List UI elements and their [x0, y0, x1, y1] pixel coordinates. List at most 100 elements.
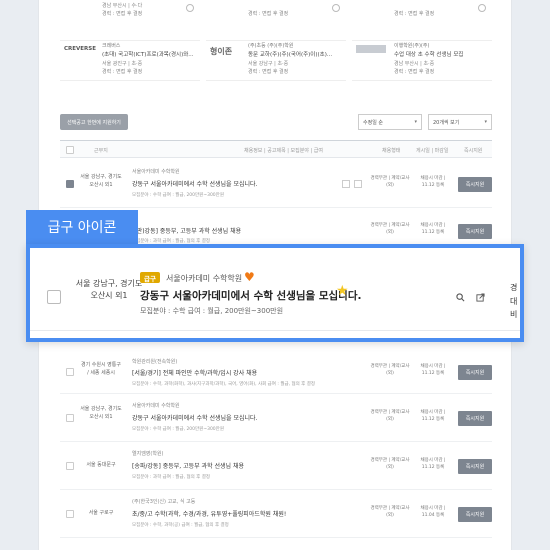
row-company: 엘지엠영(학원)	[132, 451, 164, 457]
row-checkbox[interactable]	[66, 462, 74, 470]
apply-button[interactable]: 즉시지원	[458, 365, 492, 380]
row-subtitle: 모집분야 : 과학 급여 : 월급, 협의 후 결정	[132, 475, 211, 480]
apply-button[interactable]: 즉시지원	[458, 507, 492, 522]
company-logo: 형이존	[210, 47, 233, 56]
featured-job-card[interactable]: 경력 : 면접 후 결정	[206, 0, 346, 41]
featured-job-card[interactable]: CREVERSE 크레버스 (초대) 국고학(ICT)프로(과목(경시)와...…	[60, 36, 200, 81]
row-title[interactable]: 초/중/고 수학(과학, 수경/과경, 유투영+풀링피아드학원 채원!	[132, 509, 286, 518]
row-title[interactable]: [서울/경기] 전체 파인만 수학/과학/입시 강사 채용	[132, 368, 257, 377]
table-row[interactable]: 서울 구로구 (주)한국3인(신) 고교, 식 고등 초/중/고 수학(과학, …	[60, 490, 492, 538]
row-company: (주)한국3인(신) 고교, 식 고등	[132, 499, 196, 505]
card-region: 서울 강남구 | 초·중	[248, 61, 289, 67]
card-company: 이행학원(주)(주)	[394, 43, 430, 49]
featured-job-card[interactable]: 이행학원(주)(주) 수업 대상 초 수학 선생님 모집 경남 부산시 | 초·…	[352, 36, 492, 81]
card-company: (주)초등 (주)(주)학원	[248, 43, 294, 49]
heart-icon[interactable]: ♥	[244, 271, 255, 283]
row-date: 채용시 마감 | 11.12 등록	[420, 458, 446, 471]
row-subtitle: 모집분야 : 수학 급여 : 월급, 200만원~300만원	[132, 193, 224, 198]
urgent-badge: 급구	[140, 272, 160, 283]
header-region: 근무지	[94, 148, 108, 154]
row-location: 경기 수원시 영통구 / 세종 세종시	[81, 362, 121, 376]
card-title: 동문 교하(주)(주)(국어(주)이)(초)...	[248, 52, 333, 58]
row-type-text: 경	[510, 283, 518, 292]
table-row[interactable]: 서울 강남구, 경기도 오산시 외1 서울아카데미 수학학원 강동구 서울아카데…	[60, 394, 492, 442]
row-date: 채용시 마감 | 11.04 등록	[420, 506, 446, 519]
featured-job-card[interactable]: 형이존 (주)초등 (주)(주)학원 동문 교하(주)(주)(국어(주)이)(초…	[206, 36, 346, 81]
highlighted-job-row[interactable]: 서울 강남구, 경기도 오산시 외1 급구 서울아카데미 수학학원 ♥ 강동구 …	[26, 244, 524, 342]
table-header: 근무지 채용정보 | 공고제목 | 모집분야 | 급여 채용형태 게시일 | 마…	[60, 140, 492, 158]
card-experience: 경력 : 면접 후 결정	[248, 11, 289, 17]
search-icon[interactable]	[453, 290, 467, 304]
row-location: 서울 구로구	[88, 510, 114, 516]
chevron-down-icon: ▾	[414, 119, 417, 125]
external-link-icon[interactable]	[473, 290, 487, 304]
row-actions	[342, 180, 362, 188]
divider	[30, 330, 520, 331]
row-subtitle: 모집분야 : 수학 급여 : 월급, 200만원~300만원	[132, 427, 224, 432]
row-type-partial: 경 대비	[510, 281, 520, 322]
row-company: 학원관리원(전속학원)	[132, 359, 178, 365]
row-checkbox[interactable]	[66, 368, 74, 376]
row-type: 경력무관 | 계약/교사(외)	[370, 458, 410, 471]
row-title[interactable]: [(판)강동] 중등부, 고등부 과학 선생님 채용	[132, 226, 241, 235]
row-location: 서울 강남구, 경기도 오산시 외1	[80, 174, 122, 188]
card-experience: 경력 : 면접 후 결정	[394, 11, 435, 17]
row-checkbox[interactable]	[66, 180, 74, 188]
sort-select[interactable]: 수정일 순 ▾	[358, 114, 422, 130]
row-subtitle: 모집분야 : 수학, 과학(공) 급여 : 월급, 협의 후 결정	[132, 523, 229, 528]
apply-button[interactable]: 즉시지원	[458, 459, 492, 474]
heart-icon[interactable]	[186, 4, 194, 12]
callout-label: 급구 아이콘	[26, 210, 138, 244]
row-title[interactable]: [송파/강동] 중등부, 고등부 과학 선생님 채용	[132, 461, 244, 470]
row-title[interactable]: 강동구 서울아카데미에서 수학 선생님을 모십니다.	[132, 179, 257, 188]
apply-button[interactable]: 즉시지원	[458, 411, 492, 426]
star-icon: ★	[336, 283, 349, 299]
page-size-select-value: 20개씩 보기	[433, 119, 460, 126]
sort-select-value: 수정일 순	[363, 119, 383, 126]
row-actions	[453, 290, 487, 304]
row-date: 채용시 마감 | 11.12 등록	[420, 176, 446, 189]
featured-job-card[interactable]: 경남 부산시 | 수·다 경력 : 면접 후 결정	[60, 0, 200, 41]
row-company: 서울아카데미 수학학원	[166, 274, 243, 283]
row-checkbox[interactable]	[66, 414, 74, 422]
company-logo	[356, 45, 386, 53]
header-type: 채용형태	[382, 148, 401, 154]
card-company: 크레버스	[102, 43, 121, 49]
screenshot-frame: 경남 부산시 | 수·다 경력 : 면접 후 결정 경력 : 면접 후 결정 경…	[0, 0, 550, 550]
header-info: 채용정보 | 공고제목 | 모집분야 | 급여	[244, 148, 323, 154]
row-checkbox[interactable]	[47, 290, 61, 304]
row-type: 경력무관 | 계약/교사(외)	[370, 176, 410, 189]
bulk-apply-button[interactable]: 선택공고 한번에 지원하기	[60, 114, 128, 130]
row-subtitle: 모집분야 : 수학, 과학(화학), 과사(지구과학/과학), 국어, 영어(화…	[132, 382, 316, 387]
page-size-select[interactable]: 20개씩 보기 ▾	[428, 114, 492, 130]
card-experience: 경력 : 면접 후 결정	[248, 69, 289, 75]
card-title: 수업 대상 초 수학 선생님 모집	[394, 52, 464, 58]
search-icon[interactable]	[342, 180, 350, 188]
card-region: 서울 광진구 | 초·중	[102, 61, 143, 67]
chevron-down-icon: ▾	[484, 119, 487, 125]
row-type: 경력무관 | 계약/교사(외)	[370, 364, 410, 377]
row-company: 서울아카데미 수학학원	[132, 403, 180, 409]
table-row[interactable]: 서울 동대문구 엘지엠영(학원) [송파/강동] 중등부, 고등부 과학 선생님…	[60, 442, 492, 490]
apply-button[interactable]: 즉시지원	[458, 177, 492, 192]
row-title[interactable]: 강동구 서울아카데미에서 수학 선생님을 모십니다.	[140, 288, 361, 303]
row-checkbox[interactable]	[66, 510, 74, 518]
table-row[interactable]: 경기 수원시 영통구 / 세종 세종시 학원관리원(전속학원) [서울/경기] …	[60, 350, 492, 394]
company-logo: CREVERSE	[64, 46, 96, 52]
select-all-checkbox[interactable]	[66, 146, 74, 154]
row-date: 채용시 마감 | 11.12 등록	[420, 364, 446, 377]
row-title[interactable]: 강동구 서울아카데미에서 수학 선생님을 모십니다.	[132, 413, 257, 422]
row-date: 채용시 마감 | 11.12 등록	[420, 223, 446, 236]
card-title: (초대) 국고학(ICT)프로(과목(경시)와...	[102, 52, 194, 58]
card-region: 경남 부산시 | 수·다	[102, 3, 143, 9]
external-link-icon[interactable]	[354, 180, 362, 188]
heart-icon[interactable]	[478, 4, 486, 12]
featured-job-card[interactable]: 경력 : 면접 후 결정	[352, 0, 492, 41]
card-experience: 경력 : 면접 후 결정	[394, 69, 435, 75]
header-apply: 즉시지원	[464, 148, 483, 154]
apply-button[interactable]: 즉시지원	[458, 224, 492, 239]
table-row[interactable]: 서울 강남구, 경기도 오산시 외1 서울아카데미 수학학원 강동구 서울아카데…	[60, 160, 492, 208]
header-date: 게시일 | 마감일	[416, 148, 449, 154]
row-type: 경력무관 | 계약/교사(외)	[370, 223, 410, 236]
heart-icon[interactable]	[332, 4, 340, 12]
